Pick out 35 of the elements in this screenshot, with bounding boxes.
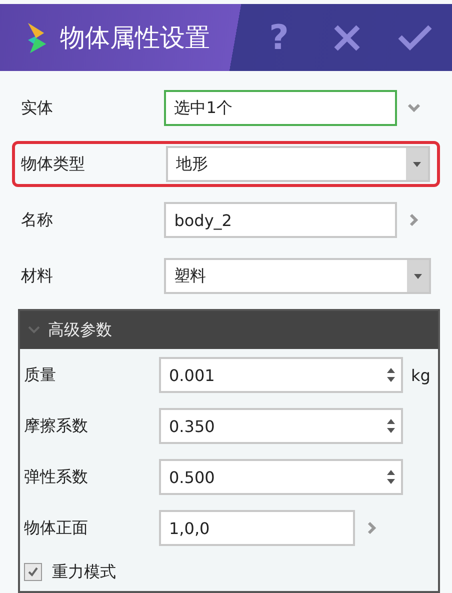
checkbox-label: 重力模式 <box>52 562 116 582</box>
field-label: 材料 <box>21 266 54 286</box>
field-label: 物体类型 <box>21 154 86 174</box>
caret-down-icon[interactable] <box>414 274 422 278</box>
caret-down-icon[interactable] <box>413 162 421 166</box>
caret-down-icon[interactable] <box>387 479 395 484</box>
close-icon <box>333 24 361 52</box>
param-label: 摩擦系数 <box>24 416 89 436</box>
field-label: 实体 <box>21 98 54 118</box>
spin-field[interactable]: 0.350 <box>159 408 403 444</box>
panel-title: 高级参数 <box>48 320 112 340</box>
checkbox[interactable] <box>24 563 42 581</box>
caret-up-icon[interactable] <box>387 419 395 424</box>
name-field[interactable]: body_2 <box>164 202 398 238</box>
caret-up-icon[interactable] <box>387 368 395 373</box>
vector-field[interactable]: 1,0,0 <box>159 510 355 546</box>
spin-field[interactable]: 0.500 <box>159 459 403 495</box>
param-label: 质量 <box>24 364 57 386</box>
field-label: 名称 <box>21 210 54 230</box>
check-icon <box>27 566 39 578</box>
window-title: 物体属性设置 <box>60 22 211 54</box>
chevron-right-icon[interactable] <box>365 521 379 535</box>
dropdown-field[interactable]: 塑料 <box>164 258 431 294</box>
param-label: 弹性系数 <box>24 466 89 488</box>
check-icon <box>398 24 432 50</box>
caret-up-icon[interactable] <box>387 470 395 475</box>
spin-field[interactable]: 0.001 <box>159 357 403 393</box>
caret-down-icon[interactable] <box>387 377 395 382</box>
param-label: 物体正面 <box>24 518 89 538</box>
entity-field[interactable]: 选中1个 <box>164 90 398 126</box>
panel-header[interactable]: 高级参数 <box>20 311 438 349</box>
unit-label: kg <box>411 366 430 384</box>
chevron-down-icon[interactable] <box>407 101 422 115</box>
dropdown-field[interactable]: 地形 <box>166 146 430 182</box>
caret-down-icon[interactable] <box>387 428 395 433</box>
